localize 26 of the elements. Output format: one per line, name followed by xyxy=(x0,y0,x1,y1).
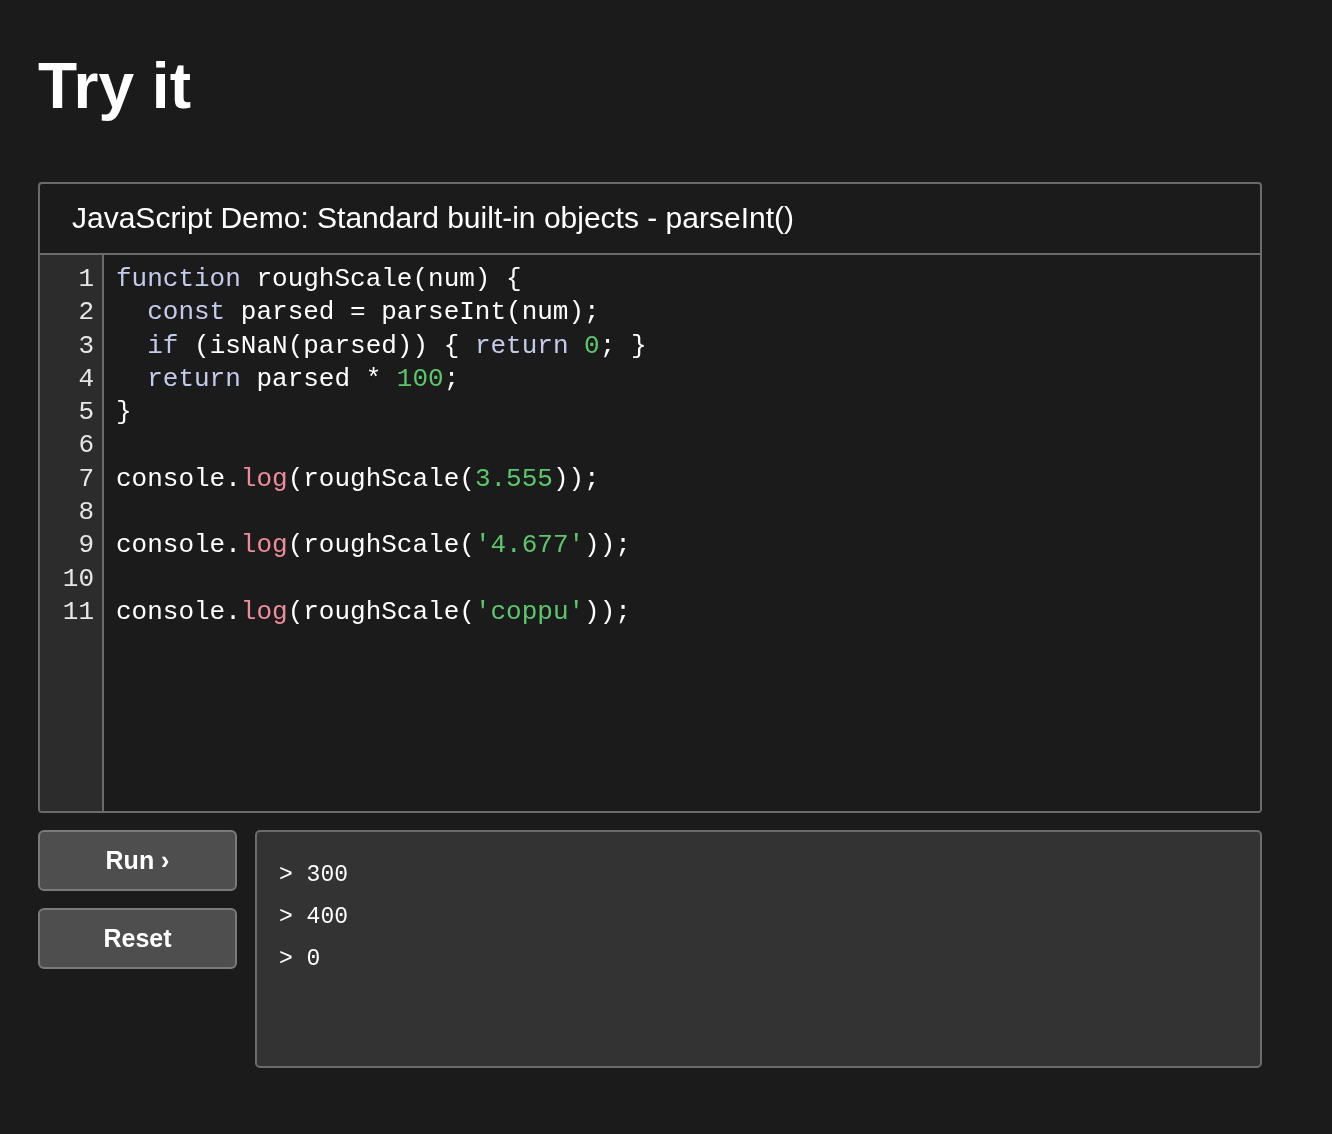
output-line: > 400 xyxy=(279,903,348,932)
reset-button[interactable]: Reset xyxy=(38,908,237,969)
code-line: console.log(roughScale('4.677')); xyxy=(116,529,631,563)
output-line: > 300 xyxy=(279,861,348,890)
code-line: return parsed * 100; xyxy=(146,362,460,396)
line-number: 6 xyxy=(78,429,94,463)
line-number: 3 xyxy=(78,329,94,363)
line-number: 8 xyxy=(78,496,94,530)
run-button[interactable]: Run › xyxy=(38,830,237,891)
code-line: if (isNaN(parsed)) { return 0; } xyxy=(146,329,647,363)
code-line: function roughScale(num) { xyxy=(116,263,522,296)
line-number: 2 xyxy=(78,296,94,330)
code-line: const parsed = parseInt(num); xyxy=(146,296,600,330)
code-line: console.log(roughScale('coppu')); xyxy=(116,595,631,629)
line-number: 4 xyxy=(78,362,94,396)
code-line: } xyxy=(116,396,132,430)
line-number: 9 xyxy=(78,529,94,563)
line-number: 11 xyxy=(62,595,94,629)
line-number: 5 xyxy=(78,396,94,430)
line-number: 1 xyxy=(78,263,94,296)
output-line: > 0 xyxy=(279,945,321,974)
line-number: 7 xyxy=(78,462,94,496)
page-heading: Try it xyxy=(38,49,191,124)
code-line: console.log(roughScale(3.555)); xyxy=(116,462,600,496)
line-number: 10 xyxy=(62,562,94,596)
code-editor[interactable] xyxy=(40,255,1260,811)
